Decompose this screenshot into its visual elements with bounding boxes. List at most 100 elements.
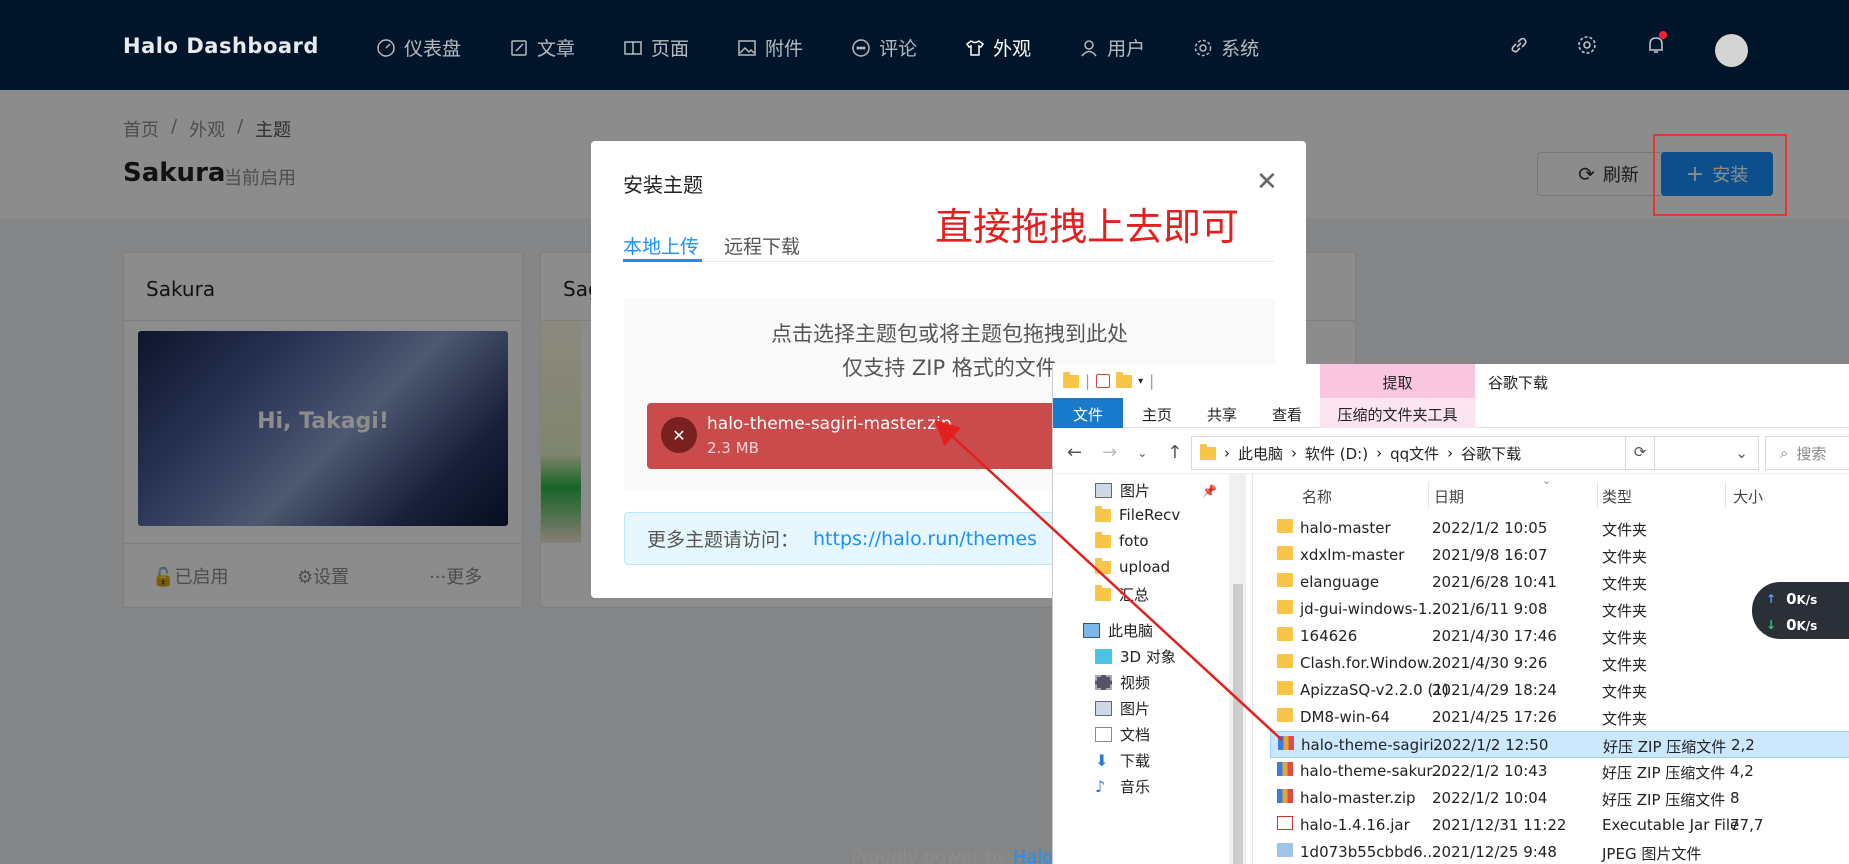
nav-item[interactable]: upload: [1095, 557, 1170, 576]
nav-item[interactable]: ⬇ 下载: [1095, 750, 1150, 771]
upload-unit: K/s: [1796, 593, 1818, 607]
file-name: halo-theme-sakur...: [1300, 762, 1446, 780]
ribbon-tab-home[interactable]: 主页: [1142, 404, 1172, 425]
ribbon-extract-tab[interactable]: 提取: [1320, 364, 1475, 398]
refresh-icon[interactable]: ⟳: [1625, 436, 1655, 470]
path-segment[interactable]: qq文件: [1390, 443, 1439, 464]
address-bar[interactable]: › 此电脑 › 软件 (D:) › qq文件 › 谷歌下载 ⌄: [1191, 436, 1759, 470]
link-icon[interactable]: [1508, 34, 1530, 56]
nav-item[interactable]: 图片 📌: [1095, 480, 1217, 501]
path-segment[interactable]: 软件 (D:): [1305, 443, 1368, 464]
menu-item-dashboard[interactable]: 仪表盘: [376, 34, 461, 61]
file-row[interactable]: halo-master 2022/1/2 10:05 文件夹: [1270, 515, 1849, 542]
nav-pane-scroll-thumb[interactable]: [1233, 584, 1243, 864]
search-input[interactable]: ⌕ 搜索: [1765, 436, 1849, 470]
path-segment[interactable]: 此电脑: [1238, 443, 1283, 464]
column-separator[interactable]: [1597, 482, 1598, 508]
nav-item-label: 图片: [1120, 700, 1151, 718]
more-themes-link[interactable]: https://halo.run/themes: [813, 528, 1037, 550]
file-row[interactable]: 1d073b55cbbd6... 2021/12/25 9:48 JPEG 图片文件: [1270, 839, 1849, 864]
menu-item-system[interactable]: 系统: [1193, 34, 1259, 61]
brand-name: Halo: [123, 34, 179, 58]
upload-file-name: halo-theme-sagiri-master.zip: [707, 414, 952, 434]
dropdown-icon[interactable]: ▾: [1138, 376, 1143, 387]
folder-icon: [1277, 519, 1293, 533]
file-row[interactable]: halo-1.4.16.jar 2021/12/31 11:22 Executabl…: [1270, 812, 1849, 839]
chevron-down-icon[interactable]: ⌄: [1735, 444, 1748, 462]
menu-item-appearance[interactable]: 外观: [965, 34, 1031, 61]
nav-item[interactable]: foto: [1095, 531, 1149, 550]
back-arrow-icon[interactable]: ←: [1067, 442, 1082, 463]
folder-icon[interactable]: [1063, 371, 1079, 388]
nav-item[interactable]: 文档: [1095, 724, 1150, 745]
nav-item[interactable]: 此电脑: [1083, 620, 1153, 641]
upload-arrow-icon: ↑: [1766, 592, 1777, 606]
folder-icon: [1095, 531, 1111, 548]
folder-icon: [1277, 627, 1293, 641]
file-type: 文件夹: [1602, 602, 1648, 620]
file-date: 2021/4/30 9:26: [1432, 654, 1548, 672]
column-header-date[interactable]: 日期: [1434, 486, 1464, 507]
menu-item-users[interactable]: 用户: [1079, 34, 1145, 61]
nav-item-label: 下载: [1120, 752, 1151, 770]
column-separator[interactable]: [1428, 482, 1429, 508]
file-row[interactable]: xdxlm-master 2021/9/8 16:07 文件夹: [1270, 542, 1849, 569]
gear-icon[interactable]: [1576, 34, 1598, 56]
file-date: 2021/4/30 17:46: [1432, 627, 1557, 645]
jar-file-icon: [1277, 816, 1293, 830]
column-separator[interactable]: [1725, 482, 1726, 508]
brand-dashboard: Dashboard: [186, 34, 319, 58]
menu-item-comments[interactable]: 评论: [851, 34, 917, 61]
nav-item[interactable]: 视频: [1095, 672, 1150, 693]
remove-file-icon[interactable]: ✕: [661, 417, 697, 453]
column-header-name[interactable]: 名称: [1302, 486, 1332, 507]
menu-item-attachments[interactable]: 附件: [737, 34, 803, 61]
forward-arrow-icon[interactable]: →: [1102, 442, 1117, 463]
up-arrow-icon[interactable]: ↑: [1167, 442, 1182, 463]
file-row[interactable]: halo-theme-sakur... 2022/1/2 10:43 好压 ZIP …: [1270, 758, 1849, 785]
file-row[interactable]: halo-master.zip 2022/1/2 10:04 好压 ZIP 压缩文件…: [1270, 785, 1849, 812]
tab-local-upload[interactable]: 本地上传: [623, 232, 699, 259]
pin-icon[interactable]: 📌: [1202, 484, 1217, 498]
network-speed-widget[interactable]: ↑ 0K/s ↓ 0K/s: [1752, 582, 1849, 639]
avatar[interactable]: [1715, 34, 1748, 67]
setting-icon: [1194, 39, 1212, 56]
brand-logo[interactable]: Halo Dashboard: [123, 34, 319, 58]
file-name: jd-gui-windows-1...: [1300, 600, 1442, 618]
ribbon-tab-file[interactable]: 文件: [1053, 398, 1123, 428]
nav-item[interactable]: 汇总: [1095, 584, 1149, 605]
close-icon[interactable]: ✕: [1256, 167, 1278, 197]
folder-icon: [1200, 443, 1216, 460]
chevron-right-icon: ›: [1291, 444, 1298, 462]
page-footer: Proudly power by Halo: [851, 847, 1054, 864]
file-row[interactable]: ApizzaSQ-v2.2.0 (1) 2021/4/29 18:24 文件夹: [1270, 677, 1849, 704]
recent-dropdown-icon[interactable]: ⌄: [1137, 442, 1147, 463]
file-name: Clash.for.Window...: [1300, 654, 1443, 672]
new-folder-icon[interactable]: [1116, 371, 1133, 388]
file-row[interactable]: Clash.for.Window... 2021/4/30 9:26 文件夹: [1270, 650, 1849, 677]
music-icon: ♪: [1095, 777, 1106, 796]
file-explorer-window: | ▾ | 提取 谷歌下载 文件 主页 共享 查看 压缩的文件夹工具 ← → ⌄…: [1052, 364, 1849, 864]
ribbon-tab-zip-tools[interactable]: 压缩的文件夹工具: [1320, 398, 1475, 428]
ribbon-tab-share[interactable]: 共享: [1207, 404, 1237, 425]
nav-item[interactable]: FileRecv: [1095, 505, 1180, 524]
ribbon-tab-view[interactable]: 查看: [1272, 404, 1302, 425]
3d-objects-icon: [1095, 649, 1112, 664]
file-date: 2022/1/2 10:43: [1432, 762, 1548, 780]
file-row[interactable]: DM8-win-64 2021/4/25 17:26 文件夹: [1270, 704, 1849, 731]
folder-icon: [1095, 505, 1111, 522]
footer-link[interactable]: Halo: [1013, 847, 1054, 864]
tab-remote-download[interactable]: 远程下载: [724, 232, 800, 259]
column-header-type[interactable]: 类型: [1602, 486, 1632, 507]
path-segment[interactable]: 谷歌下载: [1461, 443, 1521, 464]
nav-item[interactable]: 3D 对象: [1095, 646, 1176, 667]
menu-item-pages[interactable]: 页面: [623, 34, 689, 61]
menu-label: 用户: [1107, 38, 1146, 60]
column-header-size[interactable]: 大小: [1733, 486, 1763, 507]
file-row[interactable]: halo-theme-sagiri... 2022/1/2 12:50 好压 ZIP…: [1270, 731, 1849, 758]
file-name: elanguage: [1300, 573, 1380, 591]
properties-icon[interactable]: [1096, 374, 1111, 388]
nav-item[interactable]: 图片: [1095, 698, 1150, 719]
menu-item-posts[interactable]: 文章: [509, 34, 575, 61]
nav-item[interactable]: ♪ 音乐: [1095, 776, 1150, 797]
